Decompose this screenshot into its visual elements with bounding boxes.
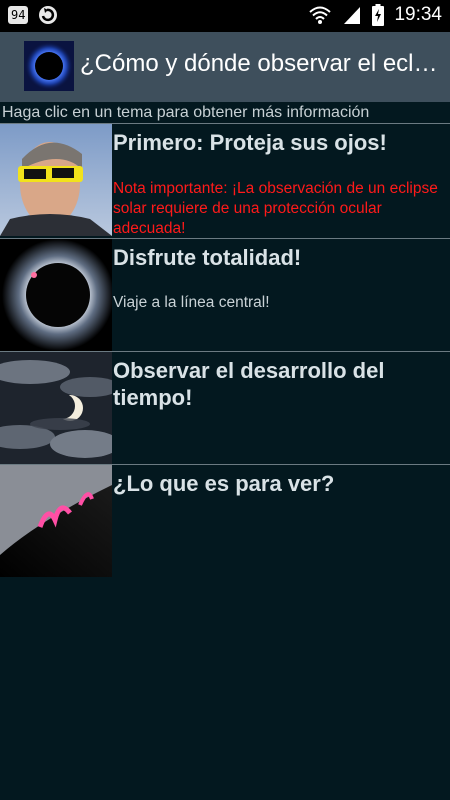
eclipse-app-icon [24,41,74,91]
topic-title: ¿Lo que es para ver? [113,471,335,496]
topic-title: Observar el desarrollo del tiempo! [113,358,385,410]
topic-protect-eyes[interactable]: Primero: Proteja sus ojos! Nota importan… [0,123,450,237]
app-title: ¿Cómo y dónde observar el eclipse solar? [80,50,442,77]
notification-count-badge: 94 [8,6,29,24]
clock: 19:34 [394,4,442,25]
status-bar: 94 19:34 [0,0,450,32]
topic-title: Primero: Proteja sus ojos! [113,130,387,155]
topic-what-to-see[interactable]: ¿Lo que es para ver? [0,464,450,577]
prominence-photo [0,465,112,577]
total-eclipse-photo [0,239,112,351]
topic-description: Viaje a la línea central! [113,294,270,311]
instruction-text: Haga clic en un tema para obtener más in… [2,104,370,121]
app-bar: ¿Cómo y dónde observar el eclipse solar? [0,32,450,102]
topic-enjoy-totality[interactable]: Disfrute totalidad! Viaje a la línea cen… [0,238,450,351]
battery-charging-icon [372,4,385,26]
topic-title: Disfrute totalidad! [113,245,302,270]
wifi-icon [309,6,332,24]
eclipse-glasses-photo [0,124,112,236]
sync-icon [39,6,58,24]
topic-weather[interactable]: Observar el desarrollo del tiempo! [0,351,450,464]
topic-description: Nota importante: ¡La observación de un e… [113,180,438,237]
partial-eclipse-clouds-photo [0,352,112,464]
signal-icon [344,7,361,24]
